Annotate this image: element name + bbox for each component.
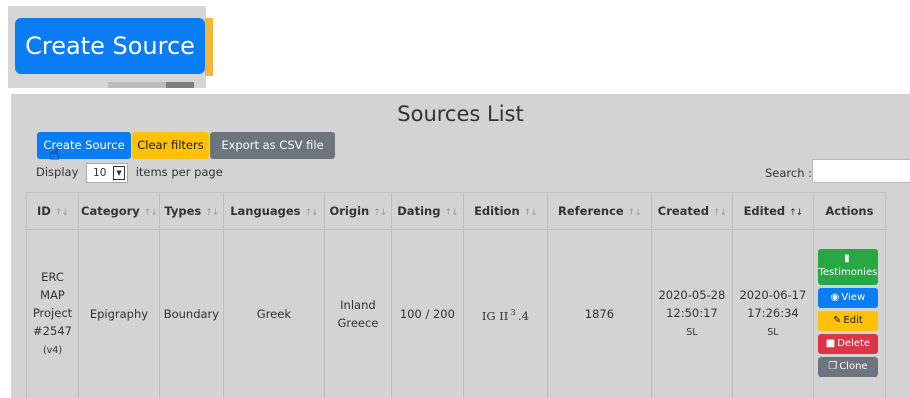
zoom-bottom-bar: [108, 82, 194, 88]
export-csv-button[interactable]: Export as CSV file: [210, 132, 335, 159]
page-title: Sources List: [397, 102, 524, 126]
cell-origin: Inland Greece: [323, 229, 392, 398]
delete-button[interactable]: ■ Delete: [817, 333, 878, 354]
clone-button[interactable]: ❐ Clone: [817, 356, 878, 377]
sources-table: ID ↑↓ Category ↑↓ Types ↑↓ Languages ↑↓ Orig…: [26, 192, 886, 398]
header-languages[interactable]: Languages ↑↓: [222, 192, 325, 230]
sort-icon: ↑↓: [627, 208, 642, 218]
header-category[interactable]: Category ↑↓: [78, 192, 160, 230]
sort-icon: ↑↓: [373, 208, 387, 218]
sort-icon: ↑↓: [523, 208, 538, 218]
cell-types: Boundary: [158, 229, 224, 398]
sources-panel: Sources List Create Source Clear filters…: [11, 94, 910, 398]
display-suffix: items per page: [135, 165, 223, 179]
trash-icon: ■: [825, 337, 836, 349]
display-prefix: Display: [36, 165, 79, 179]
cell-category: Epigraphy: [78, 229, 160, 398]
cell-edited: 2020-06-17 17:26:34 SL: [731, 229, 814, 398]
header-reference[interactable]: Reference ↑↓: [546, 192, 652, 230]
table-row: ERC MAP Project #2547 (v4) Epigraphy Bou…: [26, 229, 886, 398]
cell-edition: IG II 3 .4: [462, 229, 548, 398]
cell-dating: 100 / 200: [390, 229, 464, 398]
header-actions: Actions: [812, 192, 886, 230]
zoom-inset: Create Source: [8, 6, 213, 88]
edit-icon: ✎: [833, 314, 842, 326]
page-size-control: Display 10 ▼ items per page: [36, 161, 223, 183]
cell-reference: 1876: [546, 229, 652, 398]
cell-id: ERC MAP Project #2547 (v4): [26, 229, 79, 398]
document-icon: ▮: [844, 252, 850, 264]
header-origin[interactable]: Origin ↑↓: [323, 192, 392, 230]
sort-icon: ↑↓: [304, 208, 319, 218]
sort-icon: ↑↓: [205, 208, 219, 218]
page-size-select[interactable]: 10 ▼: [86, 162, 129, 183]
header-dating[interactable]: Dating ↑↓: [390, 192, 464, 230]
clone-icon: ❐: [828, 360, 838, 372]
search-input[interactable]: [812, 159, 910, 183]
sort-icon: ↑↓: [54, 208, 69, 218]
header-edited[interactable]: Edited ↑↓: [731, 192, 814, 230]
cell-languages: Greek: [222, 229, 325, 398]
sort-icon: ↑↓: [712, 208, 727, 218]
zoom-clear-filters-edge: [205, 18, 213, 76]
sort-icon: ↑↓: [444, 208, 458, 218]
header-created[interactable]: Created ↑↓: [650, 192, 733, 230]
page-size-value: 10: [93, 166, 107, 179]
search-label: Search :: [765, 166, 813, 180]
testimonies-button[interactable]: ▮ Testimonies: [817, 248, 878, 285]
header-id[interactable]: ID ↑↓: [26, 192, 79, 230]
eye-icon: ◉: [830, 291, 840, 303]
chevron-down-icon: ▼: [113, 165, 126, 180]
clear-filters-button[interactable]: Clear filters: [132, 132, 209, 159]
table-header-row: ID ↑↓ Category ↑↓ Types ↑↓ Languages ↑↓ Orig…: [26, 192, 886, 230]
cell-actions: ▮ Testimonies ◉ View ✎ Edit ■ Delete ❐ Clone: [812, 229, 886, 398]
zoom-bottom-bar-dark: [166, 82, 194, 88]
zoom-create-source-button[interactable]: Create Source: [15, 18, 205, 74]
edit-button[interactable]: ✎ Edit: [817, 310, 878, 331]
sort-desc-icon: ↑↓: [789, 208, 803, 218]
header-edition[interactable]: Edition ↑↓: [462, 192, 548, 230]
header-types[interactable]: Types ↑↓: [158, 192, 224, 230]
cell-created: 2020-05-28 12:50:17 SL: [650, 229, 733, 398]
view-button[interactable]: ◉ View: [817, 287, 878, 308]
sort-icon: ↑↓: [143, 208, 158, 218]
